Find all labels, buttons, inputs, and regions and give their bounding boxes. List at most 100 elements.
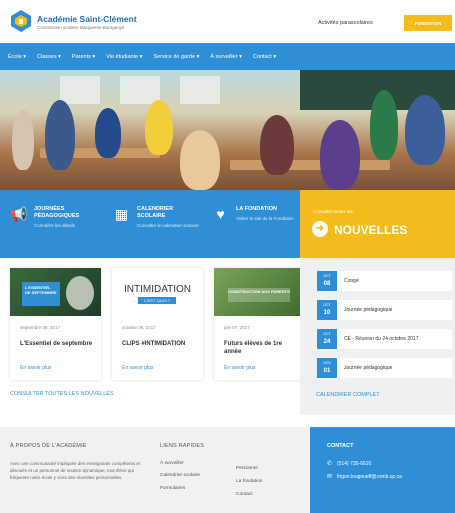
- nav-item-service-de-garde[interactable]: Service de garde ▾: [153, 54, 199, 60]
- full-calendar-link[interactable]: CALENDRIER COMPLET: [316, 392, 380, 398]
- features-band: 📢 JOURNÉES PÉDAGOGIQUES Connaître les dé…: [0, 190, 300, 258]
- news-card-image-title: INTIMIDATION: [123, 284, 192, 295]
- footer-about-text: Avec une communauté impliquée des enseig…: [10, 461, 140, 480]
- footer-phone[interactable]: ✆ (514) 735-6610: [327, 460, 372, 468]
- hero-classroom-image: [0, 70, 455, 190]
- news-card-image-label: CONSTRUCTION AUX PARENTS: [228, 288, 290, 302]
- news-card-title[interactable]: Futurs élèves de 1re année: [224, 340, 299, 356]
- footer-email[interactable]: ✉ frigon.lougoueff@csmb.qc.ca: [327, 473, 402, 481]
- nav-item-vie-etudiante[interactable]: Vie étudiante ▾: [106, 54, 142, 60]
- site-header: Académie Saint-Clément Commission scolai…: [0, 0, 455, 42]
- student: [260, 115, 294, 175]
- email-address: frigon.lougoueff@csmb.qc.ca: [337, 473, 402, 480]
- feature-foundation[interactable]: ♥ LA FONDATION Visiter le site de la Fon…: [212, 206, 298, 223]
- student: [95, 108, 121, 158]
- event-title: Journée pédagogique: [344, 307, 393, 313]
- news-card-date: octobre 06, 2017: [122, 325, 156, 330]
- student: [180, 130, 220, 190]
- news-card-title[interactable]: L'Essentiel de septembre: [20, 340, 95, 348]
- footer-link[interactable]: La fondation: [236, 479, 262, 484]
- read-more-link[interactable]: En savoir plus: [122, 365, 153, 371]
- window: [120, 76, 160, 104]
- feature-title: JOURNÉES PÉDAGOGIQUES: [34, 206, 80, 219]
- footer-link[interactable]: Formulaires: [160, 486, 185, 491]
- footer-links-heading: LIENS RAPIDES: [160, 443, 205, 449]
- activities-link[interactable]: Activités parascolaires: [318, 20, 373, 26]
- event-title: CÉ - Réunion du 24 octobre 2017: [344, 336, 419, 342]
- foundation-button[interactable]: FONDATION: [404, 15, 452, 31]
- event-title: Journée pédagogique: [344, 365, 393, 371]
- event-month: OCT: [323, 303, 331, 307]
- event-date: OCT 24: [317, 329, 337, 349]
- window: [180, 76, 220, 104]
- arrow-right-icon: ➜: [312, 221, 328, 237]
- illustration: [66, 276, 94, 310]
- news-card[interactable]: L'ESSENTIEL DE SEPTEMBRE septembre 08, 2…: [10, 268, 101, 380]
- read-more-link[interactable]: En savoir plus: [224, 365, 255, 371]
- feature-subtitle: Connaître les détails: [34, 223, 76, 228]
- news-card-date: juin 07, 2017: [224, 325, 250, 330]
- news-card[interactable]: CONSTRUCTION AUX PARENTS juin 07, 2017 F…: [214, 268, 305, 380]
- news-card-image: L'ESSENTIEL DE SEPTEMBRE: [10, 268, 101, 316]
- feature-subtitle: Consulter le calendrier scolaire: [137, 223, 199, 228]
- hand-heart-icon: ♥: [216, 206, 225, 222]
- event-day: 08: [323, 281, 331, 287]
- all-news-link[interactable]: CONSULTER TOUTES LES NOUVELLES: [10, 391, 114, 397]
- school-logo-icon[interactable]: [10, 9, 32, 33]
- student: [12, 110, 34, 170]
- feature-school-calendar[interactable]: ▦ CALENDRIER SCOLAIRE Consulter le calen…: [113, 206, 199, 229]
- student: [405, 95, 445, 165]
- news-box-small: Consulter toutes les: [313, 209, 353, 214]
- news-card-image-badge: C'EST QUOI ?: [138, 297, 176, 304]
- feature-pedagogical-days[interactable]: 📢 JOURNÉES PÉDAGOGIQUES Connaître les dé…: [10, 206, 96, 229]
- event-item[interactable]: NOV 01 Journée pédagogique: [317, 358, 452, 378]
- event-month: OCT: [323, 332, 331, 336]
- nav-item-parents[interactable]: Parents ▾: [72, 54, 95, 60]
- event-month: OCT: [323, 274, 331, 278]
- footer-link[interactable]: Personnel: [236, 466, 258, 471]
- nav-item-a-surveiller[interactable]: À surveiller ▾: [210, 54, 242, 60]
- nav-item-contact[interactable]: Contact ▾: [253, 54, 276, 60]
- nav-item-classes[interactable]: Classes ▾: [37, 54, 61, 60]
- student: [45, 100, 75, 170]
- phone-icon: ✆: [327, 461, 333, 467]
- footer-link[interactable]: À surveiller: [160, 461, 184, 466]
- calendar-icon: ▦: [114, 206, 129, 222]
- feature-text: CALENDRIER SCOLAIRE Consulter le calendr…: [137, 206, 199, 229]
- nav-item-ecole[interactable]: École ▾: [8, 54, 26, 60]
- event-title: Congé: [344, 278, 359, 284]
- student: [320, 120, 360, 190]
- news-card-title[interactable]: CLIPS #INTIMIDATION: [122, 340, 197, 348]
- school-subtitle: Commission scolaire Marguerite-Bourgeoys: [37, 25, 125, 30]
- feature-title: CALENDRIER SCOLAIRE: [137, 206, 174, 219]
- main-nav: École ▾ Classes ▾ Parents ▾ Vie étudiant…: [0, 43, 455, 70]
- footer-about-heading: À PROPOS DE L'ACADÉMIE: [10, 443, 87, 449]
- event-date: NOV 01: [317, 358, 337, 378]
- event-day: 10: [323, 310, 331, 316]
- phone-number: (514) 735-6610: [337, 460, 372, 467]
- event-date: OCT 08: [317, 271, 337, 291]
- news-card-image: CONSTRUCTION AUX PARENTS: [214, 268, 305, 316]
- event-item[interactable]: OCT 10 Journée pédagogique: [317, 300, 452, 320]
- news-card[interactable]: INTIMIDATION C'EST QUOI ? octobre 06, 20…: [112, 268, 203, 380]
- page: Académie Saint-Clément Commission scolai…: [0, 0, 455, 513]
- event-date: OCT 10: [317, 300, 337, 320]
- feature-title: LA FONDATION: [236, 206, 277, 212]
- event-item[interactable]: OCT 24 CÉ - Réunion du 24 octobre 2017: [317, 329, 452, 349]
- news-card-date: septembre 08, 2017: [20, 325, 61, 330]
- feature-text: JOURNÉES PÉDAGOGIQUES Connaître les déta…: [34, 206, 96, 229]
- feature-text: LA FONDATION Visiter le site de la Fonda…: [236, 206, 298, 223]
- window: [60, 76, 100, 104]
- news-box-title: NOUVELLES: [334, 223, 408, 237]
- desk: [230, 160, 390, 170]
- event-day: 01: [323, 368, 331, 374]
- read-more-link[interactable]: En savoir plus: [20, 365, 51, 371]
- event-item[interactable]: OCT 08 Congé: [317, 271, 452, 291]
- news-box[interactable]: Consulter toutes les ➜ NOUVELLES: [300, 190, 455, 258]
- footer-contact-heading: CONTACT: [327, 443, 354, 449]
- envelope-icon: ✉: [327, 474, 333, 480]
- school-name[interactable]: Académie Saint-Clément: [37, 14, 137, 24]
- student: [145, 100, 173, 155]
- footer-link[interactable]: Contact: [236, 492, 253, 497]
- footer-link[interactable]: Calendrier scolaire: [160, 473, 200, 478]
